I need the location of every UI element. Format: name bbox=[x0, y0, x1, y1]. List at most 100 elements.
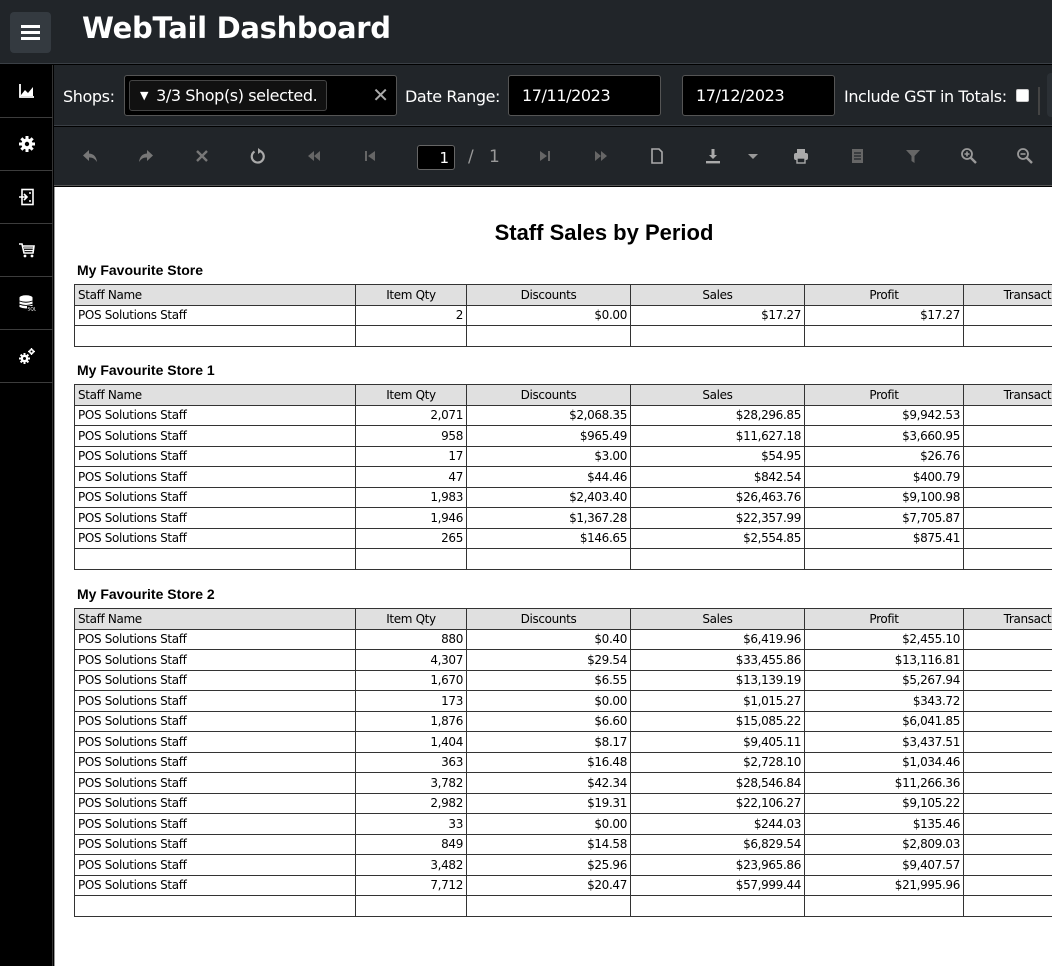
table-cell: $3,437.51 bbox=[804, 731, 964, 753]
table-cell bbox=[804, 325, 964, 347]
table-cell: 7,712 bbox=[355, 874, 467, 896]
table-cell bbox=[963, 772, 1052, 794]
table-cell: POS Solutions Staff bbox=[74, 731, 356, 753]
table-cell: POS Solutions Staff bbox=[74, 854, 356, 876]
table-cell: $16.48 bbox=[466, 751, 631, 773]
shops-multiselect[interactable]: ▼ 3/3 Shop(s) selected. ✕ bbox=[124, 75, 397, 116]
table-cell: $21,995.96 bbox=[804, 874, 964, 896]
table-cell: POS Solutions Staff bbox=[74, 710, 356, 732]
table-cell: $3.00 bbox=[466, 445, 631, 467]
column-header: Transactions bbox=[963, 284, 1052, 306]
sidebar-item-import[interactable] bbox=[0, 171, 53, 224]
table-cell: POS Solutions Staff bbox=[74, 813, 356, 835]
download-icon bbox=[706, 149, 720, 164]
table-cell: $57,999.44 bbox=[630, 874, 805, 896]
table-cell: 47 bbox=[355, 466, 467, 488]
date-to-input[interactable] bbox=[682, 75, 835, 116]
table-cell: $6,829.54 bbox=[630, 833, 805, 855]
table-row: POS Solutions Staff 7,712 $20.47 $57,999.44… bbox=[74, 874, 1052, 896]
zoom-in-icon bbox=[961, 148, 977, 164]
sidebar-item-sql[interactable]: SQL bbox=[0, 277, 53, 330]
shops-selected-text: 3/3 Shop(s) selected. bbox=[156, 86, 318, 105]
export-menu-button[interactable] bbox=[742, 145, 764, 167]
redo-icon bbox=[139, 150, 153, 162]
column-header: Staff Name bbox=[74, 384, 356, 406]
refresh-button[interactable] bbox=[247, 145, 269, 167]
zoom-out-button[interactable] bbox=[1014, 145, 1036, 167]
store-sales-table: Staff Name Item Qty Discounts Sales Profit Tr… bbox=[74, 608, 1052, 917]
shops-dropdown-toggle[interactable]: ▼ 3/3 Shop(s) selected. bbox=[129, 80, 327, 111]
table-cell bbox=[963, 507, 1052, 529]
zoom-in-button[interactable] bbox=[958, 145, 980, 167]
date-from-input[interactable] bbox=[508, 75, 661, 116]
table-cell bbox=[963, 874, 1052, 896]
include-gst-checkbox[interactable] bbox=[1016, 89, 1029, 102]
table-cell: $9,942.53 bbox=[804, 404, 964, 426]
print-layout-button[interactable] bbox=[646, 145, 668, 167]
clear-shops-icon[interactable]: ✕ bbox=[372, 83, 389, 107]
app-title: WebTail Dashboard bbox=[82, 11, 391, 45]
column-header: Transactions bbox=[963, 608, 1052, 630]
caret-down-icon bbox=[748, 154, 758, 159]
table-cell: $23,965.86 bbox=[630, 854, 805, 876]
table-cell: 173 bbox=[355, 690, 467, 712]
print-button[interactable] bbox=[790, 145, 812, 167]
store-title: My Favourite Store bbox=[77, 262, 204, 278]
table-cell: 2 bbox=[355, 304, 467, 326]
table-cell: $6.55 bbox=[466, 669, 631, 691]
blank-total-row bbox=[74, 895, 1052, 917]
cart-icon bbox=[18, 243, 35, 258]
table-cell: $11,627.18 bbox=[630, 425, 805, 447]
table-cell: POS Solutions Staff bbox=[74, 833, 356, 855]
redo-button[interactable] bbox=[135, 145, 157, 167]
table-row: POS Solutions Staff 958 $965.49 $11,627.18 $… bbox=[74, 425, 1052, 447]
table-cell: $2,809.03 bbox=[804, 833, 964, 855]
export-button[interactable] bbox=[702, 145, 724, 167]
previous-page-button[interactable] bbox=[359, 145, 381, 167]
column-header: Item Qty bbox=[355, 384, 467, 406]
parameters-filter-button[interactable] bbox=[902, 145, 924, 167]
table-row: POS Solutions Staff 363 $16.48 $2,728.10 $1,… bbox=[74, 751, 1052, 773]
table-cell bbox=[963, 466, 1052, 488]
sidebar-item-shop[interactable] bbox=[0, 224, 53, 277]
store-title: My Favourite Store 1 bbox=[77, 362, 215, 378]
zoom-out-icon bbox=[1017, 148, 1033, 164]
first-page-button[interactable] bbox=[303, 145, 325, 167]
table-cell: POS Solutions Staff bbox=[74, 527, 356, 549]
table-cell: $244.03 bbox=[630, 813, 805, 835]
table-cell: $33,455.86 bbox=[630, 649, 805, 671]
submit-button-partial[interactable] bbox=[1047, 73, 1052, 117]
table-row: POS Solutions Staff 265 $146.65 $2,554.85 $8… bbox=[74, 527, 1052, 549]
current-page-input[interactable] bbox=[417, 145, 455, 170]
blank-total-row bbox=[74, 548, 1052, 570]
close-icon bbox=[196, 150, 208, 162]
sidebar-item-settings[interactable] bbox=[0, 118, 53, 171]
table-cell bbox=[963, 751, 1052, 773]
printer-icon bbox=[794, 149, 808, 164]
table-cell bbox=[630, 548, 805, 570]
stop-button[interactable] bbox=[191, 145, 213, 167]
total-pages: 1 bbox=[489, 147, 500, 167]
table-cell bbox=[466, 548, 631, 570]
database-sql-icon: SQL bbox=[18, 295, 36, 312]
double-chevron-left-icon bbox=[308, 151, 320, 161]
next-page-button[interactable] bbox=[534, 145, 556, 167]
sidebar-item-reports[interactable] bbox=[0, 65, 53, 118]
table-cell: $9,405.11 bbox=[630, 731, 805, 753]
table-cell: $26,463.76 bbox=[630, 486, 805, 508]
table-cell: 3,782 bbox=[355, 772, 467, 794]
last-page-button[interactable] bbox=[590, 145, 612, 167]
sidebar-item-advanced-settings[interactable] bbox=[0, 330, 53, 383]
table-cell: POS Solutions Staff bbox=[74, 628, 356, 650]
table-cell bbox=[963, 669, 1052, 691]
table-cell: $22,106.27 bbox=[630, 792, 805, 814]
table-cell bbox=[355, 548, 467, 570]
undo-button[interactable] bbox=[79, 145, 101, 167]
menu-toggle-button[interactable] bbox=[10, 12, 51, 53]
table-cell: $0.00 bbox=[466, 813, 631, 835]
document-map-button[interactable] bbox=[846, 145, 868, 167]
table-cell: POS Solutions Staff bbox=[74, 772, 356, 794]
column-header: Discounts bbox=[466, 608, 631, 630]
table-cell: POS Solutions Staff bbox=[74, 425, 356, 447]
table-cell: $1,367.28 bbox=[466, 507, 631, 529]
